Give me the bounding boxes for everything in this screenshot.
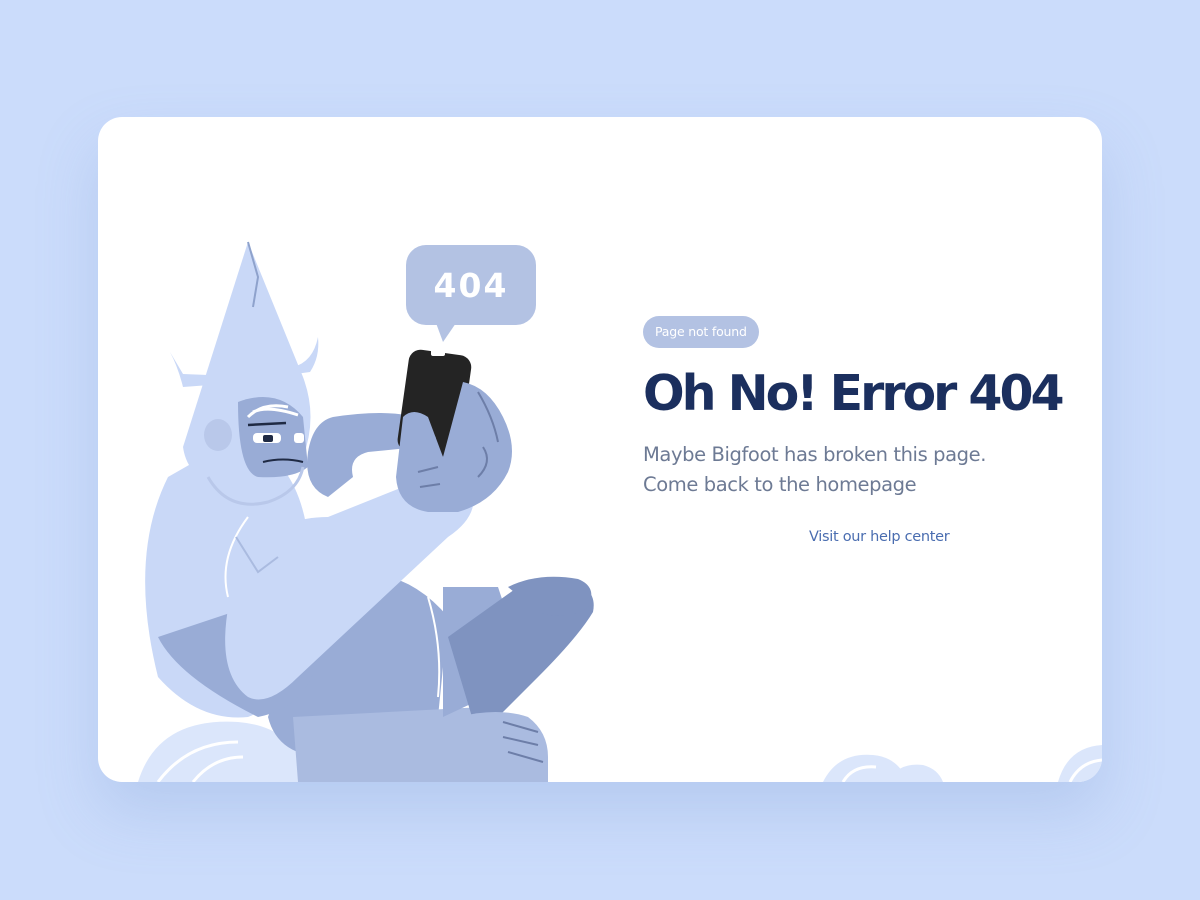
homepage-link-text[interactable]: Come back to the homepage	[643, 470, 986, 500]
error-description: Maybe Bigfoot has broken this page. Come…	[643, 440, 986, 500]
bigfoot-phone-hand	[307, 349, 512, 512]
help-center-link[interactable]: Visit our help center	[809, 529, 950, 545]
error-card: 404 Page not found Oh No! Error 404 Mayb…	[98, 117, 1102, 782]
status-badge: Page not found	[643, 316, 759, 348]
page-title: Oh No! Error 404	[643, 365, 1065, 422]
description-line: Maybe Bigfoot has broken this page.	[643, 443, 987, 466]
speech-bubble-text: 404	[434, 266, 509, 305]
speech-bubble: 404	[406, 245, 536, 342]
